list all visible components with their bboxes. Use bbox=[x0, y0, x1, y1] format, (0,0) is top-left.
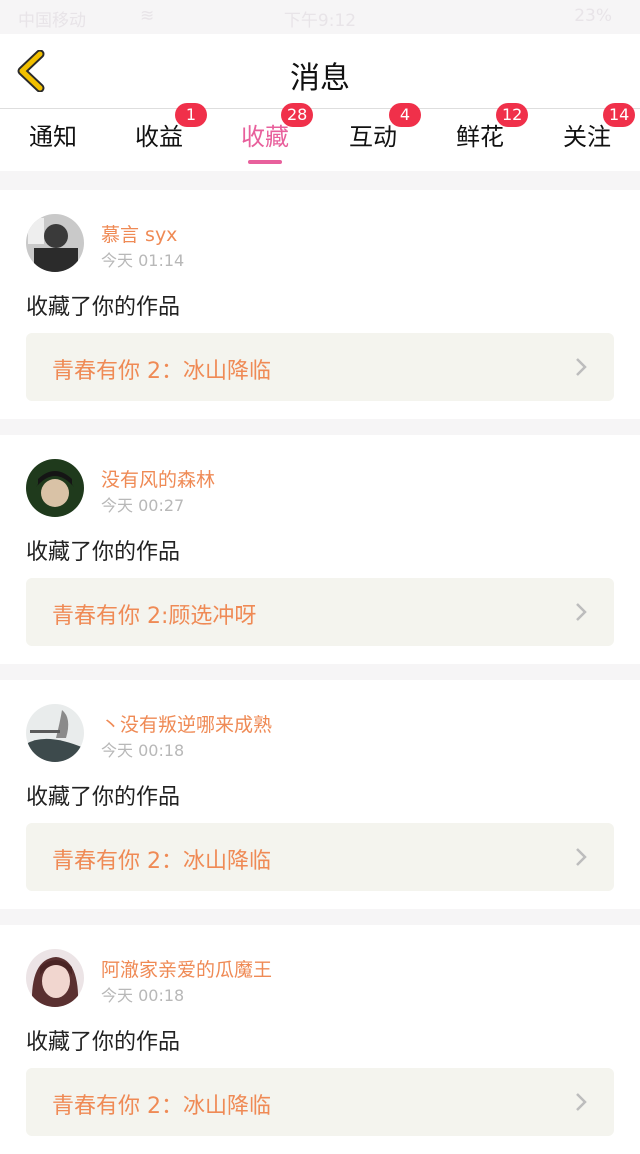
work-title: 青春有你 2:顾选冲呀 bbox=[52, 604, 257, 629]
username[interactable]: 慕言 syx bbox=[101, 220, 177, 247]
tab-label: 收藏 bbox=[241, 123, 289, 151]
work-title: 青春有你 2：冰山降临 bbox=[52, 1094, 271, 1119]
message-card: 丶没有叛逆哪来成熟 今天 00:18 收藏了你的作品 青春有你 2：冰山降临 bbox=[0, 680, 640, 909]
work-link[interactable]: 青春有你 2：冰山降临 bbox=[26, 333, 614, 401]
chevron-right-icon bbox=[576, 603, 587, 621]
message-text: 收藏了你的作品 bbox=[26, 785, 181, 810]
username[interactable]: 没有风的森林 bbox=[101, 465, 215, 492]
chevron-right-icon bbox=[576, 848, 587, 866]
timestamp: 今天 00:18 bbox=[101, 741, 185, 760]
avatar[interactable] bbox=[26, 214, 84, 272]
chevron-right-icon bbox=[576, 1093, 587, 1111]
timestamp: 今天 00:27 bbox=[101, 496, 185, 515]
status-bar: 中国移动 ≋ 下午9:12 23% bbox=[0, 0, 640, 34]
message-card: 慕言 syx 今天 01:14 收藏了你的作品 青春有你 2：冰山降临 bbox=[0, 190, 640, 419]
message-card: 没有风的森林 今天 00:27 收藏了你的作品 青春有你 2:顾选冲呀 bbox=[0, 435, 640, 664]
message-text: 收藏了你的作品 bbox=[26, 1030, 181, 1055]
clock-text: 下午9:12 bbox=[283, 11, 357, 31]
timestamp: 今天 00:18 bbox=[101, 986, 185, 1005]
username[interactable]: 丶没有叛逆哪来成熟 bbox=[101, 710, 272, 737]
timestamp: 今天 01:14 bbox=[101, 251, 185, 270]
active-tab-indicator bbox=[248, 160, 282, 164]
battery-text: 23% bbox=[574, 6, 612, 26]
avatar[interactable] bbox=[26, 459, 84, 517]
tab-notifications[interactable]: 通知 bbox=[0, 117, 106, 167]
count-badge: 14 bbox=[603, 103, 636, 127]
message-card: 阿澈家亲爱的瓜魔王 今天 00:18 收藏了你的作品 青春有你 2：冰山降临 bbox=[0, 925, 640, 1154]
tab-label: 收益 bbox=[135, 123, 183, 151]
work-link[interactable]: 青春有你 2：冰山降临 bbox=[26, 1068, 614, 1136]
tab-bar: 通知 收益 1 收藏 28 互动 4 鲜花 12 关注 14 bbox=[0, 103, 640, 171]
message-text: 收藏了你的作品 bbox=[26, 540, 181, 565]
tab-flowers[interactable]: 鲜花 12 bbox=[427, 103, 533, 167]
count-badge: 1 bbox=[175, 103, 207, 127]
tab-label: 通知 bbox=[29, 123, 77, 151]
work-link[interactable]: 青春有你 2：冰山降临 bbox=[26, 823, 614, 891]
tab-follows[interactable]: 关注 14 bbox=[534, 103, 640, 167]
avatar[interactable] bbox=[26, 704, 84, 762]
tab-favorites[interactable]: 收藏 28 bbox=[212, 103, 318, 167]
count-badge: 12 bbox=[496, 103, 529, 127]
page-title: 消息 bbox=[290, 61, 350, 96]
tab-label: 关注 bbox=[563, 123, 611, 151]
chevron-right-icon bbox=[576, 358, 587, 376]
work-title: 青春有你 2：冰山降临 bbox=[52, 849, 271, 874]
tab-interactions[interactable]: 互动 4 bbox=[320, 103, 426, 167]
tab-label: 互动 bbox=[349, 123, 397, 151]
tab-earnings[interactable]: 收益 1 bbox=[106, 103, 212, 167]
message-text: 收藏了你的作品 bbox=[26, 295, 181, 320]
count-badge: 28 bbox=[281, 103, 314, 127]
nav-bar: 消息 bbox=[0, 34, 640, 109]
count-badge: 4 bbox=[389, 103, 421, 127]
work-title: 青春有你 2：冰山降临 bbox=[52, 359, 271, 384]
tab-label: 鲜花 bbox=[456, 123, 504, 151]
username[interactable]: 阿澈家亲爱的瓜魔王 bbox=[101, 955, 272, 982]
avatar[interactable] bbox=[26, 949, 84, 1007]
work-link[interactable]: 青春有你 2:顾选冲呀 bbox=[26, 578, 614, 646]
